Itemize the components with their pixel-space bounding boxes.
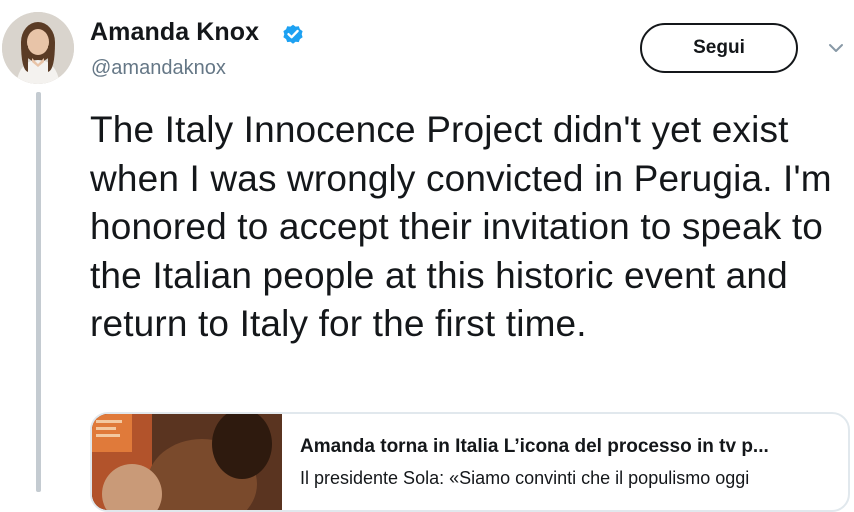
author-handle[interactable]: @amandaknox	[91, 57, 226, 80]
follow-button[interactable]: Segui	[640, 23, 798, 73]
tweet-text: The Italy Innocence Project didn't yet e…	[90, 109, 832, 344]
avatar[interactable]	[2, 12, 74, 84]
card-thumbnail	[92, 414, 282, 510]
thread-line	[36, 92, 41, 492]
verified-badge-icon	[283, 24, 303, 44]
card-thumbnail-image	[92, 414, 282, 510]
avatar-image	[2, 12, 74, 84]
chevron-down-icon[interactable]	[828, 42, 844, 54]
card-title[interactable]: Amanda torna in Italia L’icona del proce…	[300, 436, 840, 458]
link-card[interactable]: Amanda torna in Italia L’icona del proce…	[90, 412, 850, 512]
card-description: Il presidente Sola: «Siamo convinti che …	[300, 468, 750, 488]
author-name[interactable]: Amanda Knox	[90, 18, 259, 47]
